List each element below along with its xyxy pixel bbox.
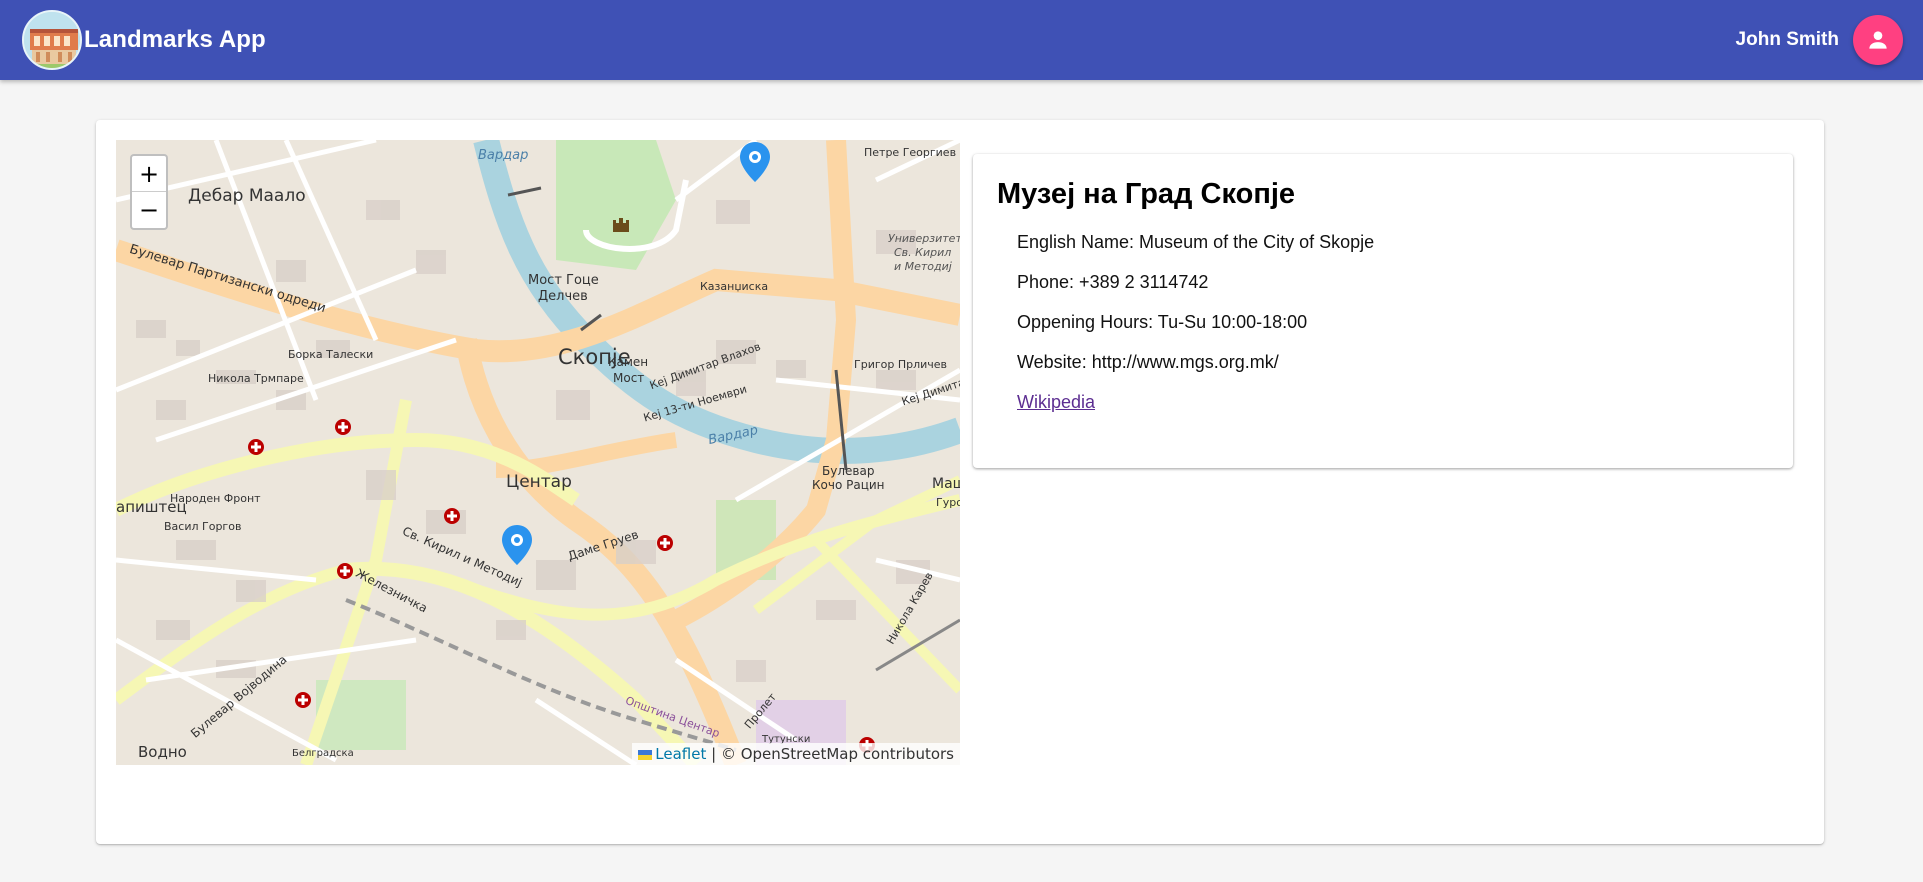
hospital-icon: [657, 535, 673, 551]
map-label-debar-maalo: Дебар Маало: [188, 186, 306, 206]
person-icon: [1869, 31, 1887, 49]
hospital-icon: [335, 419, 351, 435]
map-label-univerzitet: Универзитет: [888, 232, 960, 245]
leaflet-link[interactable]: Leaflet: [655, 745, 706, 763]
map-label-mak: Маш: [932, 476, 960, 492]
app-bar: Landmarks App John Smith: [0, 0, 1923, 80]
map-label-borka-taleski: Борка Талески: [288, 348, 374, 361]
avatar-button[interactable]: [1853, 15, 1903, 65]
map-label-centar: Центар: [506, 472, 572, 492]
website: Website: http://www.mgs.org.mk/: [1017, 352, 1279, 372]
map-label-petre-georgiev: Петре Георгиев: [864, 146, 957, 159]
map-label-most-goce: Мост Гоце: [528, 273, 599, 288]
zoom-out-button[interactable]: −: [132, 192, 166, 228]
user-menu: John Smith: [1736, 15, 1903, 65]
map-label-vasil-glavinov: Васил Горгов: [164, 520, 242, 533]
wikipedia-link[interactable]: Wikipedia: [1017, 392, 1095, 412]
phone: Phone: +389 2 3114742: [1017, 272, 1209, 292]
map-label-kazanciska: Казанџиска: [700, 280, 769, 293]
landmark-info-card: Музеј на Град Скопје English Name: Museu…: [973, 154, 1793, 468]
map-label-vardar-top: Вардар: [478, 148, 529, 163]
zoom-control: + −: [130, 154, 168, 230]
map-label-vodno: Водно: [138, 743, 187, 761]
hospital-icon: [337, 563, 353, 579]
map-label-sv-kiril-short: Св. Кирил: [894, 246, 952, 259]
map-label-bul-kocho-1: Булевар: [822, 464, 875, 478]
map-label-naroden-front: Народен Фронт: [170, 492, 261, 505]
landmark-building-icon: [22, 10, 82, 70]
map-label-i-metodij: и Методиј: [894, 260, 952, 273]
app-title: Landmarks App: [84, 26, 266, 53]
map-label-most: Мост: [613, 371, 645, 385]
english-name: English Name: Museum of the City of Skop…: [1017, 232, 1375, 252]
map-label-kamen: Камен: [608, 355, 649, 369]
map-label-delchev: Делчев: [538, 289, 588, 304]
brand[interactable]: Landmarks App: [22, 10, 266, 70]
map-view[interactable]: Скопје Центар Дебар Маало Вардар Вардар …: [116, 140, 960, 765]
landmark-title: Музеј на Град Скопје: [997, 178, 1296, 210]
map-attribution: Leaflet | © OpenStreetMap contributors: [632, 743, 960, 765]
opening-hours: Oppening Hours: Tu-Su 10:00-18:00: [1017, 312, 1308, 332]
ukraine-flag-icon: [638, 749, 653, 760]
map-marker-pin[interactable]: [500, 523, 534, 567]
attribution-text: | © OpenStreetMap contributors: [706, 745, 954, 763]
map-label-guro: Гуро: [936, 496, 960, 509]
hospital-icon: [248, 439, 264, 455]
map-label-bul-kocho-2: Кочо Рацин: [812, 478, 885, 492]
hospital-icon: [295, 692, 311, 708]
map-tiles: [116, 140, 960, 765]
map-label-trigor-prlichev: Григор Прличев: [854, 358, 948, 371]
user-name: John Smith: [1735, 29, 1839, 50]
map-marker-pin[interactable]: [738, 140, 772, 184]
castle-icon: [613, 218, 629, 232]
zoom-in-button[interactable]: +: [132, 156, 166, 192]
hospital-icon: [444, 508, 460, 524]
map-label-nikola-trimpare: Никола Трмпаре: [208, 372, 304, 385]
map-label-belgradska: Белградска: [292, 748, 354, 759]
